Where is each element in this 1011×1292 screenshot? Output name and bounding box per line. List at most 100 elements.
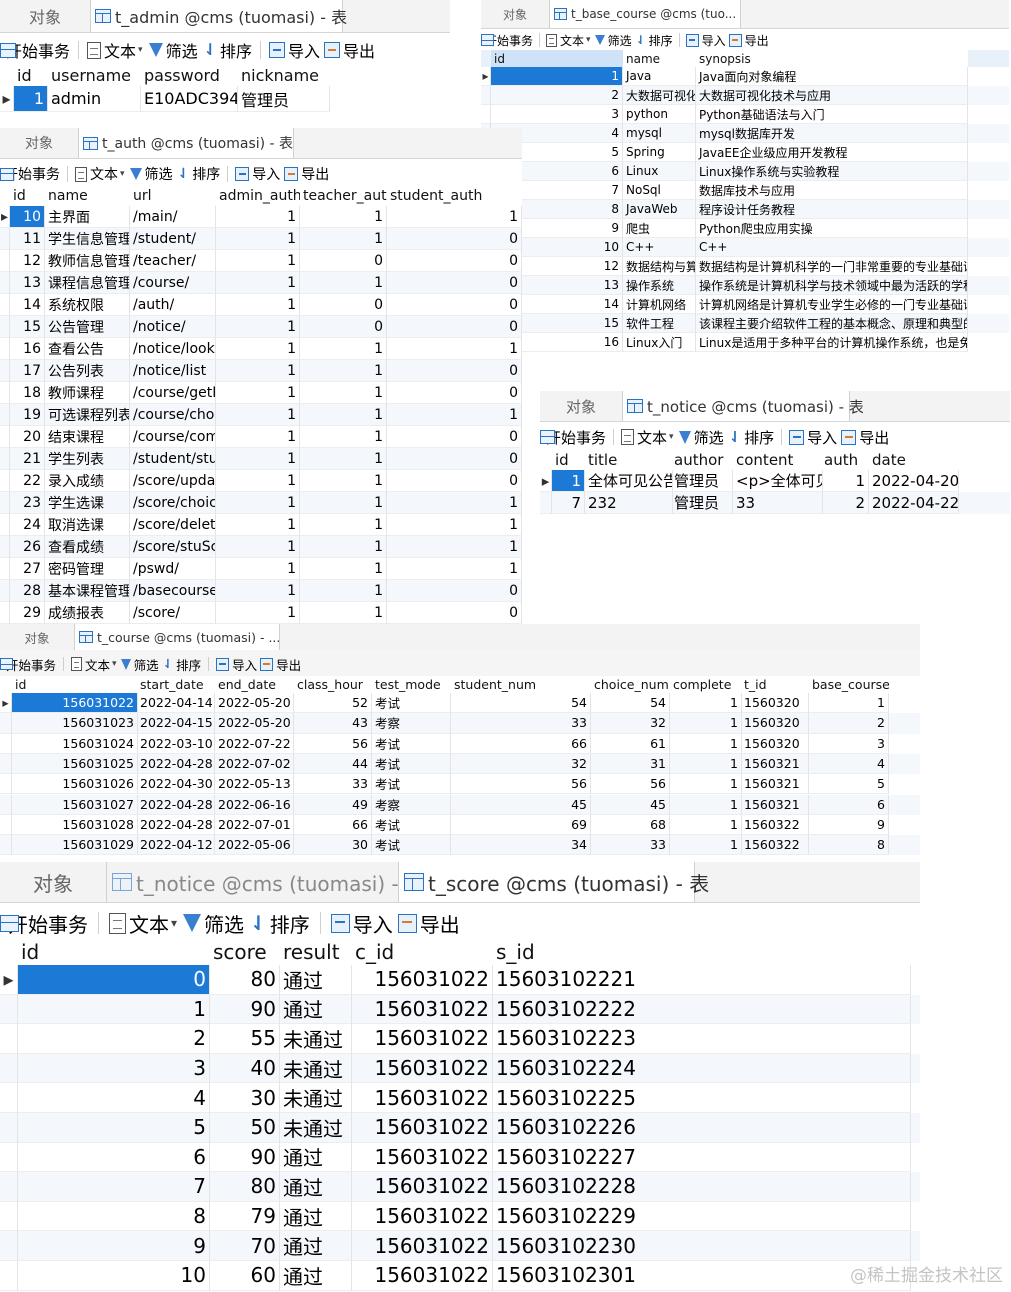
column-header[interactable]: id xyxy=(552,449,585,470)
objects-tab[interactable]: 对象 xyxy=(0,624,74,650)
table-cell[interactable]: 0 xyxy=(387,272,522,294)
table-cell[interactable]: 15603102225 xyxy=(493,1083,911,1113)
column-header[interactable]: title xyxy=(585,449,673,470)
import-button[interactable]: 导入 xyxy=(330,909,393,938)
import-button[interactable]: 导入 xyxy=(269,38,320,62)
table-cell[interactable]: 1 xyxy=(387,338,522,360)
table-row[interactable]: 12 数据结构与算 数据结构是计算机科学的一门非常重要的专业基础课 xyxy=(481,257,1009,276)
table-cell[interactable]: 1 xyxy=(809,693,889,714)
table-cell[interactable]: 1 xyxy=(216,360,300,382)
column-header[interactable]: synopsis xyxy=(696,50,968,67)
table-cell[interactable]: mysql xyxy=(623,124,696,143)
table-cell[interactable]: 43 xyxy=(294,713,372,734)
table-cell[interactable]: 1 xyxy=(670,774,742,795)
table-cell[interactable]: 156031022 xyxy=(352,1024,493,1054)
table-cell[interactable]: 2022-05-06 xyxy=(215,835,294,856)
table-cell[interactable]: 1 xyxy=(216,514,300,536)
table-row[interactable]: 21 学生列表/student/stul 1 1 0 xyxy=(0,448,522,470)
begin-transaction-button[interactable]: 开始事务 xyxy=(0,655,56,674)
table-row[interactable]: 4 mysql mysql数据库开发 xyxy=(481,124,1009,143)
table-cell[interactable]: Linux是适用于多种平台的计算机操作系统，也是免费 xyxy=(696,333,968,352)
table-row[interactable]: 9 爬虫 Python爬虫应用实操 xyxy=(481,219,1009,238)
table-cell[interactable]: 管理员 xyxy=(671,492,733,514)
table-row[interactable]: 24 取消选课/score/delete 1 1 1 xyxy=(0,514,522,536)
table-cell[interactable]: 15603102230 xyxy=(493,1231,911,1261)
column-header[interactable]: id xyxy=(10,186,45,206)
table-cell[interactable]: 考察 xyxy=(372,794,451,815)
table-cell[interactable]: 26 xyxy=(10,536,45,558)
table-row[interactable]: 16 Linux入门 Linux是适用于多种平台的计算机操作系统，也是免费 xyxy=(481,333,1009,352)
tab-course-table[interactable]: t_course @cms (tuomasi) - ... xyxy=(74,624,280,650)
table-cell[interactable]: 156031022 xyxy=(12,693,138,714)
table-cell[interactable]: 8 xyxy=(18,1201,210,1232)
table-cell[interactable]: 1560321 xyxy=(741,753,809,775)
table-cell[interactable]: 考试 xyxy=(372,814,451,836)
table-cell[interactable]: 1 xyxy=(300,360,387,382)
table-cell[interactable]: C++ xyxy=(696,238,968,257)
table-row[interactable]: ▸ 10 主界面/main/1 1 1 xyxy=(0,206,522,228)
table-cell[interactable]: 2022-04-30 xyxy=(137,774,215,795)
cell-username[interactable]: admin xyxy=(48,86,141,112)
table-cell[interactable]: 156031024 xyxy=(12,733,138,754)
table-row[interactable]: 28 基本课程管理/basecourse/1 1 0 xyxy=(0,580,522,602)
table-cell[interactable]: Python基础语法与入门 xyxy=(696,105,968,124)
table-cell[interactable]: /course/choi xyxy=(130,404,216,426)
sort-button[interactable]: ⇃ 排序 xyxy=(178,164,221,184)
table-cell[interactable]: 156031028 xyxy=(12,814,138,836)
table-cell[interactable]: 15603102227 xyxy=(493,1142,911,1173)
table-cell[interactable]: 156031022 xyxy=(352,994,493,1025)
filter-button[interactable]: 筛选 xyxy=(129,164,173,184)
table-cell[interactable]: 1 xyxy=(670,753,742,775)
table-cell[interactable]: 计算机网络 xyxy=(623,295,696,314)
column-header[interactable]: choice_num xyxy=(591,676,670,693)
export-button[interactable]: 导出 xyxy=(397,909,460,938)
column-header[interactable]: id xyxy=(12,676,138,693)
table-cell[interactable]: <p>全体可见 xyxy=(733,470,823,492)
table-cell[interactable]: 1 xyxy=(300,272,387,294)
table-row[interactable]: 15 软件工程 该课程主要介绍软件工程的基本概念、原理和典型的 xyxy=(481,314,1009,333)
table-cell[interactable]: 1 xyxy=(216,492,300,514)
table-cell[interactable]: 56 xyxy=(294,733,372,754)
table-cell[interactable]: 4 xyxy=(809,753,889,775)
table-cell[interactable]: 通过 xyxy=(280,1142,352,1173)
table-cell[interactable]: 1 xyxy=(300,382,387,404)
table-cell[interactable]: 55 xyxy=(210,1024,280,1054)
objects-tab[interactable]: 对象 xyxy=(540,391,622,421)
column-header[interactable]: name xyxy=(45,186,130,206)
table-cell[interactable]: 6 xyxy=(18,1142,210,1173)
table-cell[interactable]: 15603102226 xyxy=(493,1113,911,1143)
table-cell[interactable]: 1 xyxy=(300,536,387,558)
table-cell[interactable]: 1 xyxy=(300,448,387,470)
table-cell[interactable]: Linux入门 xyxy=(623,333,696,352)
column-header[interactable]: test_mode xyxy=(372,676,451,693)
table-cell[interactable]: 爬虫 xyxy=(623,219,696,238)
table-cell[interactable]: 0 xyxy=(387,382,522,404)
table-row[interactable]: 156031028 2022-04-28 2022-07-01 66 考试 69 68 1 15… xyxy=(0,814,920,836)
table-cell[interactable]: 1 xyxy=(387,514,522,536)
table-cell[interactable]: 23 xyxy=(10,492,45,514)
table-row[interactable]: 5 50 未通过 156031022 15603102226 xyxy=(0,1113,920,1143)
table-row[interactable]: ▸ 1 Java Java面向对象编程 xyxy=(481,67,1009,86)
table-cell[interactable]: 2022-04-14 xyxy=(137,693,215,714)
table-cell[interactable]: 主界面 xyxy=(45,206,130,228)
table-cell[interactable]: 1 xyxy=(670,814,742,836)
column-header[interactable]: student_num xyxy=(451,676,591,693)
table-cell[interactable]: 0 xyxy=(387,580,522,602)
table-cell[interactable]: 10 xyxy=(18,1261,210,1291)
table-cell[interactable]: 考试 xyxy=(372,774,451,795)
table-cell[interactable]: 1 xyxy=(216,580,300,602)
table-cell[interactable]: Java xyxy=(623,67,696,86)
table-cell[interactable]: 1 xyxy=(216,338,300,360)
table-cell[interactable]: 1 xyxy=(216,294,300,316)
table-cell[interactable]: 3 xyxy=(809,733,889,754)
table-cell[interactable]: /student/ xyxy=(130,228,216,250)
table-cell[interactable]: 公告列表 xyxy=(45,360,130,382)
table-cell[interactable]: 0 xyxy=(387,360,522,382)
cell-password[interactable]: E10ADC3949 xyxy=(141,86,238,112)
table-cell[interactable]: Linux操作系统与实验教程 xyxy=(696,162,968,181)
begin-transaction-button[interactable]: 开始事务 xyxy=(540,427,606,448)
table-cell[interactable]: 1 xyxy=(216,426,300,448)
table-cell[interactable]: 156031022 xyxy=(352,1172,493,1202)
table-cell[interactable]: /course/comp xyxy=(130,426,216,448)
table-cell[interactable]: 学生列表 xyxy=(45,448,130,470)
